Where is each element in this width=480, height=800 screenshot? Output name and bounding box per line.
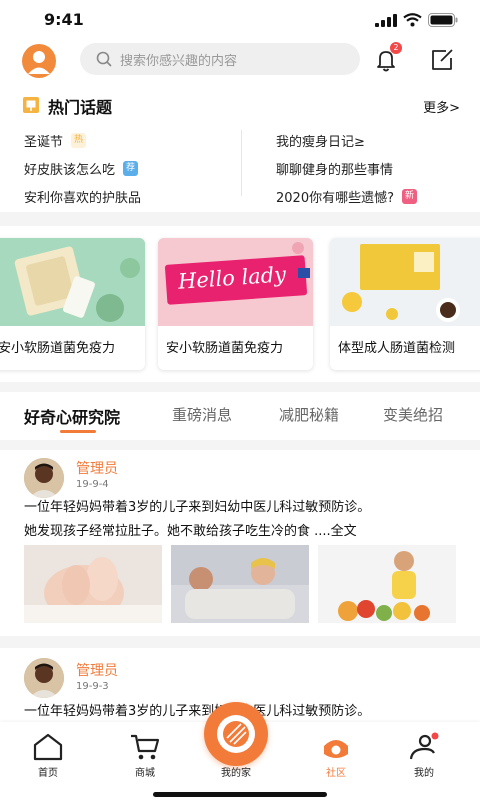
section-divider [0, 636, 480, 648]
section-divider [0, 382, 480, 392]
post-body[interactable]: 一位年轻妈妈带着3岁的儿子来到妇幼中医儿科过敏预防诊。 她发现孩子经常拉肚子。她… [24, 496, 464, 544]
hot-topics-section: 热门话题 更多> 圣诞节 热 好皮肤该怎么吃 荐 安利你喜欢的护肤品 我的瘦身日… [0, 90, 480, 210]
hot-topic-item[interactable]: 2020你有哪些遗憾? 新 [276, 182, 417, 210]
product-card-label: 体型成人肠道菌检测 [338, 341, 456, 356]
search-bar[interactable]: 搜索你感兴趣的内容 [80, 43, 360, 75]
hot-topics-title: 热门话题 [48, 98, 113, 117]
nav-community-label: 社区 [326, 768, 346, 779]
cart-icon [131, 734, 160, 760]
nav-my-home-label: 我的家 [221, 768, 251, 779]
post-author[interactable]: 管理员 [76, 660, 118, 680]
wifi-icon [403, 13, 422, 27]
tab-weight-loss[interactable]: 减肥秘籍 [279, 404, 339, 425]
post-card[interactable]: 管理员 19-9-4 一位年轻妈妈带着3岁的儿子来到妇幼中医儿科过敏预防诊。 她… [0, 450, 480, 630]
hot-topic-text: 2020你有哪些遗憾? [276, 190, 394, 206]
hot-topic-item[interactable]: 好皮肤该怎么吃 荐 [24, 154, 141, 182]
home-icon [33, 733, 63, 761]
new-tag-badge: 新 [401, 188, 417, 204]
hot-topic-item[interactable]: 我的瘦身日记≥ [276, 126, 417, 154]
post-body-line: 她发现孩子经常拉肚子。她不敢给孩子吃生冷的食 ....全文 [24, 524, 357, 539]
post-image[interactable] [318, 545, 456, 623]
home-indicator [153, 792, 327, 797]
tab-curiosity[interactable]: 好奇心研究院 [24, 404, 120, 428]
nav-home-label: 首页 [38, 768, 58, 779]
active-tab-indicator [60, 430, 96, 433]
notification-badge: 2 [390, 42, 402, 54]
post-body-line: 一位年轻妈妈带着3岁的儿子来到妇幼中医儿科过敏预防诊。 [24, 500, 371, 515]
nav-mall-label: 商城 [135, 768, 155, 779]
product-card-image: Hello lady [158, 238, 313, 326]
nav-community[interactable]: 社区 [306, 732, 366, 779]
tab-breaking-news[interactable]: 重磅消息 [172, 404, 232, 425]
product-card-image [0, 238, 145, 326]
nav-mine-label: 我的 [414, 768, 434, 779]
product-card[interactable]: 体型成人肠道菌检测 [330, 238, 480, 370]
post-author[interactable]: 管理员 [76, 458, 118, 478]
product-card[interactable]: Hello lady 安小软肠道菌免疫力 [158, 238, 313, 370]
post-date: 19-9-3 [76, 681, 109, 692]
category-tabs: 好奇心研究院 重磅消息 减肥秘籍 变美绝招 [0, 392, 480, 440]
bottom-tab-bar: 首页 商城 我的家 社区 我的 [0, 702, 480, 800]
recommend-tag-badge: 荐 [123, 160, 139, 176]
nav-home[interactable]: 首页 [18, 732, 78, 779]
product-carousel: 安小软肠道菌免疫力 Hello lady 安小软肠道菌免疫力 体型成人肠道菌检测 [0, 228, 480, 380]
search-icon [96, 51, 112, 67]
hot-topic-item[interactable]: 安利你喜欢的护肤品 [24, 182, 141, 210]
hot-topic-text: 好皮肤该怎么吃 [24, 162, 116, 178]
hot-topic-text: 圣诞节 [24, 134, 64, 150]
nav-mine[interactable]: 我的 [394, 732, 454, 779]
hot-topics-more-link[interactable]: 更多> [423, 97, 460, 116]
section-divider [0, 440, 480, 450]
product-card-label: 安小软肠道菌免疫力 [166, 341, 284, 356]
community-icon [324, 740, 348, 758]
user-icon [28, 51, 50, 74]
status-time: 9:41 [44, 10, 84, 29]
status-icons [375, 13, 458, 27]
tab-beauty[interactable]: 变美绝招 [383, 404, 443, 425]
nav-mall[interactable]: 商城 [115, 732, 175, 779]
avatar[interactable] [24, 458, 64, 498]
product-card[interactable]: 安小软肠道菌免疫力 [0, 238, 145, 370]
post-date: 19-9-4 [76, 479, 109, 490]
nav-my-home[interactable]: 我的家 [206, 762, 266, 779]
hot-topic-text: 我的瘦身日记≥ [276, 134, 365, 150]
post-image[interactable] [171, 545, 309, 623]
user-avatar[interactable] [22, 44, 56, 78]
hot-topics-left-column: 圣诞节 热 好皮肤该怎么吃 荐 安利你喜欢的护肤品 [24, 126, 141, 210]
search-placeholder: 搜索你感兴趣的内容 [120, 53, 238, 69]
hot-topic-item[interactable]: 聊聊健身的那些事情 [276, 154, 417, 182]
hot-topic-text: 聊聊健身的那些事情 [276, 162, 394, 178]
status-bar: 9:41 [0, 0, 480, 40]
my-home-center-button[interactable] [204, 702, 268, 766]
hot-tag-badge: 热 [71, 132, 87, 148]
hot-topic-text: 安利你喜欢的护肤品 [24, 190, 142, 206]
product-card-label: 安小软肠道菌免疫力 [0, 341, 116, 356]
post-image[interactable] [24, 545, 162, 623]
product-card-image [330, 238, 480, 326]
home-center-icon [217, 715, 255, 753]
hot-topic-item[interactable]: 圣诞节 热 [24, 126, 141, 154]
avatar[interactable] [24, 658, 64, 698]
section-divider [0, 212, 480, 226]
profile-icon [409, 732, 439, 760]
hot-topics-icon [23, 97, 39, 113]
battery-icon [428, 13, 458, 27]
top-bar: 搜索你感兴趣的内容 2 [0, 40, 480, 78]
hot-topics-right-column: 我的瘦身日记≥ 聊聊健身的那些事情 2020你有哪些遗憾? 新 [276, 126, 417, 210]
hot-topics-divider [241, 130, 242, 196]
edit-icon[interactable] [428, 46, 456, 74]
signal-icon [375, 13, 397, 27]
